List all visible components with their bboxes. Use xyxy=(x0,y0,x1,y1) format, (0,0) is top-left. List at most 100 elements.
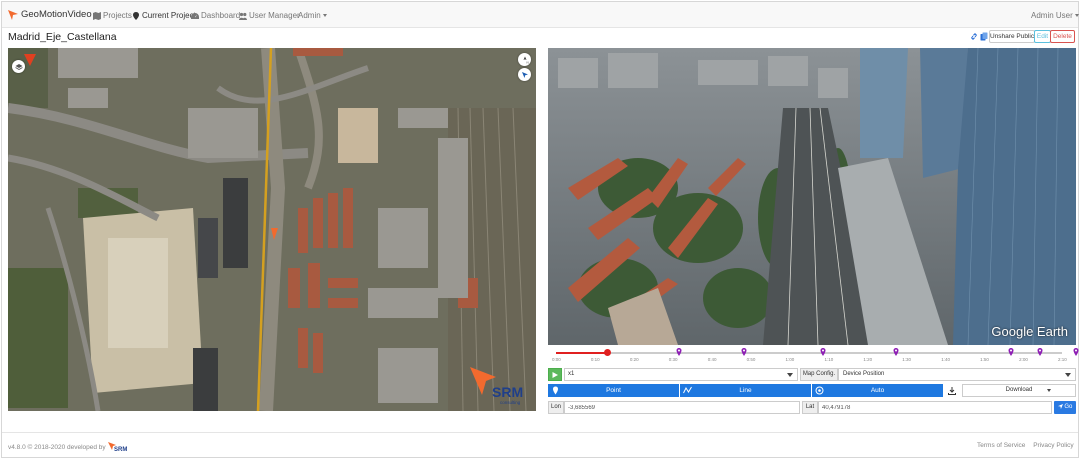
chevron-down-icon xyxy=(1074,14,1079,17)
timeline-tick-label: 0:10 xyxy=(590,357,600,362)
timeline-tick-label: 0:30 xyxy=(668,357,678,362)
svg-text:SRM: SRM xyxy=(114,447,127,453)
download-label: Download xyxy=(1005,387,1033,393)
users-icon xyxy=(239,12,247,20)
go-button[interactable]: Go xyxy=(1054,401,1076,414)
compass-icon: N xyxy=(523,56,528,64)
map-config-label: Map Config. xyxy=(800,368,838,381)
timeline-tick-label: 1:30 xyxy=(902,357,912,362)
nav-projects[interactable]: Projects xyxy=(93,11,132,20)
nav-user-manager-label: User Manager xyxy=(249,11,300,20)
copy-icon[interactable] xyxy=(980,32,988,41)
timeline-marker-icon[interactable] xyxy=(820,348,826,356)
timeline-marker-icon[interactable] xyxy=(676,348,682,356)
timeline-marker-icon[interactable] xyxy=(1073,348,1079,356)
terms-link[interactable]: Terms of Service xyxy=(977,442,1025,449)
polyline-icon xyxy=(683,386,692,394)
svg-text:consulting: consulting xyxy=(500,400,521,405)
svg-text:SRM: SRM xyxy=(492,384,523,400)
copyright-text: v4.8.0 © 2018-2020 developed by xyxy=(8,444,106,451)
line-mode-label: Line xyxy=(739,387,752,394)
srm-footer-logo: SRM xyxy=(107,442,127,453)
point-mode-label: Point xyxy=(606,387,621,394)
timeline-track xyxy=(556,352,1062,354)
footer-divider xyxy=(2,432,1078,433)
nav-dashboard-label: Dashboard xyxy=(201,11,241,20)
nav-dashboard[interactable]: Dashboard xyxy=(191,11,240,20)
user-menu-label: Admin User xyxy=(1031,11,1073,20)
nav-user-manager[interactable]: User Manager xyxy=(239,11,300,20)
svg-text:N: N xyxy=(526,60,528,64)
point-mode-button[interactable]: Point xyxy=(548,384,679,397)
lat-input[interactable] xyxy=(818,401,1052,414)
nav-admin-dropdown[interactable]: Admin xyxy=(298,11,327,20)
brand[interactable]: GeoMotionVideo xyxy=(8,9,92,20)
go-label: Go xyxy=(1064,404,1073,410)
target-icon xyxy=(815,386,824,395)
timeline-tick-label: 1:20 xyxy=(863,357,873,362)
map-config-select[interactable]: Device Position xyxy=(838,368,1076,381)
satellite-imagery xyxy=(8,48,536,411)
timeline-progress xyxy=(556,352,607,354)
navigation-arrow-icon xyxy=(1057,403,1063,409)
play-button[interactable] xyxy=(548,368,562,381)
unshare-public-button[interactable]: Unshare Public xyxy=(989,30,1035,43)
user-menu-dropdown[interactable]: Admin User xyxy=(1031,11,1079,20)
timeline-tick-label: 1:40 xyxy=(941,357,950,362)
mode-row: Point Line Auto Download xyxy=(548,384,1076,397)
download-dropdown[interactable]: Download xyxy=(962,384,1076,397)
timeline-marker-icon[interactable] xyxy=(1008,348,1014,356)
speed-select[interactable]: x1 xyxy=(564,368,798,381)
video-timeline[interactable]: 0:00 0:10 0:20 0:30 0:40 0:50 1:00 1:10 1:20 1:30… xyxy=(548,345,1079,365)
device-position-value: Device Position xyxy=(843,371,885,377)
app-window: GeoMotionVideo Projects Current Project … xyxy=(1,1,1079,458)
nav-current-project[interactable]: Current Project xyxy=(132,11,196,20)
google-earth-watermark: Google Earth xyxy=(991,324,1068,339)
page-title: Madrid_Eje_Castellana xyxy=(8,31,117,43)
timeline-tick-label: 1:10 xyxy=(824,357,834,362)
footer-links: Terms of Service Privacy Policy xyxy=(977,442,1080,449)
brand-name: GeoMotionVideo xyxy=(21,9,92,20)
privacy-link[interactable]: Privacy Policy xyxy=(1033,442,1073,449)
auto-mode-label: Auto xyxy=(870,387,885,394)
srm-logo: SRM consulting xyxy=(470,367,523,405)
download-icon xyxy=(948,387,956,395)
timeline-tick-label: 0:40 xyxy=(707,357,717,362)
chevron-down-icon xyxy=(1065,373,1071,377)
nav-projects-label: Projects xyxy=(103,11,132,20)
navigation-arrow-icon xyxy=(521,71,528,78)
map-icon xyxy=(93,11,101,20)
speed-value: x1 xyxy=(568,371,575,377)
timeline-marker-icon[interactable] xyxy=(893,348,899,356)
compass-button[interactable]: N xyxy=(518,53,531,66)
timeline-tick-label: 1:50 xyxy=(980,357,989,362)
brand-logo-icon xyxy=(8,9,18,20)
nav-current-project-label: Current Project xyxy=(142,11,196,20)
play-icon xyxy=(552,371,558,378)
timeline-tick-label: 1:00 xyxy=(785,357,795,362)
nav-admin-label: Admin xyxy=(298,11,321,20)
earth-3d-imagery xyxy=(548,48,1076,345)
footer-copyright: v4.8.0 © 2018-2020 developed by SRM xyxy=(8,442,128,453)
coordinates-row: Lon Lat Go xyxy=(548,401,1076,414)
line-mode-button[interactable]: Line xyxy=(680,384,811,397)
locate-button[interactable] xyxy=(518,68,531,81)
timeline-tick-label: 0:50 xyxy=(746,357,756,362)
link-icon[interactable] xyxy=(970,32,978,41)
edit-button[interactable]: Edit xyxy=(1034,30,1051,43)
dashboard-icon xyxy=(191,12,199,19)
satellite-map[interactable]: N SRM consulting xyxy=(8,48,536,411)
timeline-marker-icon[interactable] xyxy=(1037,348,1043,356)
lon-input[interactable] xyxy=(564,401,800,414)
timeline-tick-label: 2:10 xyxy=(1058,357,1067,362)
delete-button[interactable]: Delete xyxy=(1050,30,1075,43)
timeline-labels: 0:00 0:10 0:20 0:30 0:40 0:50 1:00 1:10 1:20 1:30… xyxy=(548,357,1076,365)
layers-button[interactable] xyxy=(12,60,25,73)
timeline-scrubber-handle[interactable] xyxy=(603,349,611,356)
auto-mode-button[interactable]: Auto xyxy=(812,384,943,397)
navbar: GeoMotionVideo Projects Current Project … xyxy=(2,2,1079,28)
timeline-tick-label: 0:00 xyxy=(552,357,561,362)
timeline-marker-icon[interactable] xyxy=(741,348,747,356)
title-action-icons xyxy=(970,32,988,41)
google-earth-view[interactable]: Google Earth xyxy=(548,48,1076,345)
